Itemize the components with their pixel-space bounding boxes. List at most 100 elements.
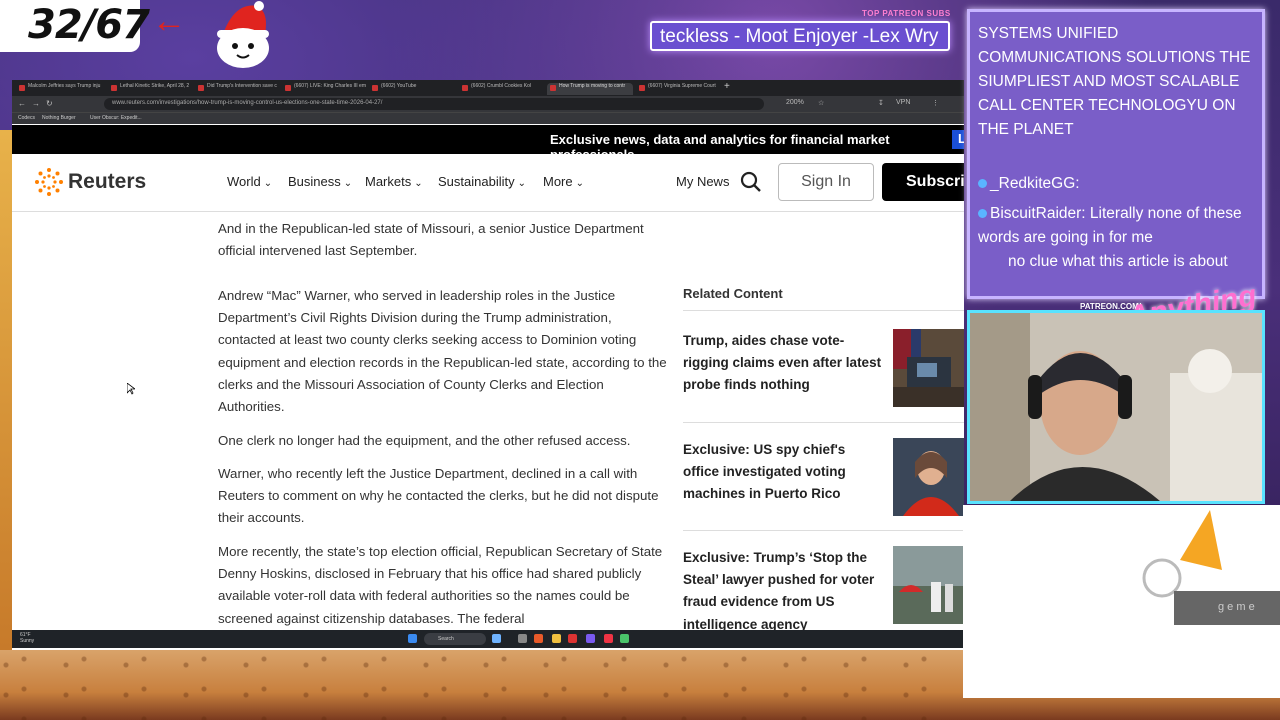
chat-message: _RedkiteGG: — [978, 172, 1258, 196]
divider — [683, 422, 964, 423]
menu-icon[interactable]: ⋮ — [932, 99, 939, 107]
article-paragraph: One clerk no longer had the equipment, a… — [218, 433, 631, 448]
patreon-subs-label: TOP PATREON SUBS — [862, 9, 951, 18]
windows-taskbar: 61°F Sunny Search — [12, 630, 964, 648]
chat-username: _RedkiteGG: — [990, 175, 1080, 192]
overlay-tag: g e m e — [1174, 591, 1280, 625]
patreon-subs-ticker: teckless - Moot Enjoyer -Lex Wry — [650, 21, 950, 51]
nav-business[interactable]: Business ⌄ — [288, 174, 352, 189]
article-paragraph: Warner, who recently left the Justice De… — [218, 466, 659, 526]
bottom-decor-pattern — [0, 650, 960, 720]
chat-text: BiscuitRaider: Literally none of these w… — [978, 205, 1242, 246]
chevron-down-icon: ⌄ — [575, 178, 585, 189]
my-news-link[interactable]: My News — [676, 174, 729, 189]
address-bar-row: ← → ↻ www.reuters.com/investigations/how… — [12, 96, 964, 112]
related-item-thumbnail[interactable] — [893, 546, 964, 624]
weather-widget[interactable]: 61°F Sunny — [20, 632, 34, 644]
arrow-left-icon: ← — [152, 2, 186, 40]
divider — [683, 530, 964, 531]
download-icon[interactable]: ↧ — [878, 99, 884, 107]
forward-icon[interactable]: → — [32, 99, 40, 108]
nav-sustainability[interactable]: Sustainability ⌄ — [438, 174, 526, 189]
webcam-feed — [967, 310, 1265, 504]
santa-mascot-icon — [217, 1, 269, 68]
subscribe-button[interactable]: Subscribe — [882, 163, 964, 201]
left-decor-edge — [0, 130, 12, 650]
article-paragraph: Andrew “Mac” Warner, who served in leade… — [218, 288, 667, 415]
chevron-down-icon: ⌄ — [263, 178, 273, 189]
chat-message: BiscuitRaider: Literally none of these w… — [978, 202, 1258, 250]
related-item-thumbnail[interactable] — [893, 438, 964, 516]
chat-overlay: SYSTEMS UNIFIED COMMUNICATIONS SOLUTIONS… — [967, 9, 1265, 299]
bookmark-item[interactable]: Codecs — [18, 115, 35, 121]
reuters-logo-icon[interactable] — [34, 167, 64, 197]
bell-icon — [1142, 510, 1222, 598]
app-icon[interactable] — [568, 634, 577, 643]
chat-message: SYSTEMS UNIFIED COMMUNICATIONS SOLUTIONS… — [978, 25, 1251, 138]
counter-box: 32/67 — [0, 0, 150, 52]
nav-more[interactable]: More ⌄ — [543, 174, 584, 189]
site-header: Reuters World ⌄ Business ⌄ Markets ⌄ Sustai… — [12, 154, 964, 212]
nav-world-label: World — [227, 174, 261, 189]
tab-bar: Malcolm Jeffries says Trump inju Lethal … — [12, 80, 964, 96]
app-icon[interactable] — [586, 634, 595, 643]
taskbar-search[interactable]: Search — [424, 633, 486, 645]
chat-badge-icon — [978, 209, 987, 218]
related-item-thumbnail[interactable] — [893, 329, 964, 407]
learn-more-button[interactable]: Learn — [952, 130, 964, 149]
folder-icon[interactable] — [552, 634, 561, 643]
browser-tab[interactable]: Malcolm Jeffries says Trump inju — [16, 83, 102, 95]
related-item-title[interactable]: Exclusive: Trump’s ‘Stop the Steal’ lawy… — [683, 547, 883, 636]
start-icon[interactable] — [408, 634, 417, 643]
ticker-text: teckless - Moot Enjoyer -Lex Wry — [660, 26, 939, 47]
chevron-down-icon: ⌄ — [517, 178, 526, 189]
back-icon[interactable]: ← — [18, 99, 26, 108]
weather-desc: Sunny — [20, 638, 35, 644]
divider — [683, 310, 964, 311]
browser-tab[interactable]: (6602) YouTube — [369, 83, 455, 95]
new-tab-icon[interactable]: + — [724, 81, 730, 92]
nav-business-label: Business — [288, 174, 341, 189]
counter-text: 32/67 — [28, 2, 150, 48]
star-icon[interactable]: ☆ — [818, 99, 824, 107]
nav-markets[interactable]: Markets ⌄ — [365, 174, 423, 189]
browser-tab[interactable]: (6607) LIVE: King Charles III em — [282, 83, 368, 95]
nav-more-label: More — [543, 174, 573, 189]
browser-tab[interactable]: (6602) Crumbl Cookies Kol — [459, 83, 545, 95]
app-icon[interactable] — [604, 634, 613, 643]
reuters-logo-text[interactable]: Reuters — [68, 170, 146, 194]
search-icon[interactable] — [740, 171, 762, 193]
webcam-image — [970, 313, 1262, 501]
chat-badge-icon — [978, 179, 987, 188]
related-item-title[interactable]: Trump, aides chase vote-rigging claims e… — [683, 330, 883, 397]
browser-window: Malcolm Jeffries says Trump inju Lethal … — [12, 80, 964, 650]
article-paragraph: More recently, the state’s top election … — [218, 544, 663, 626]
bookmark-item[interactable]: User Obscur: Expedit... — [90, 115, 142, 121]
bookmarks-bar: Codecs Nothing Burger User Obscur: Exped… — [12, 112, 964, 124]
browser-tab[interactable]: Did Trump's Intervention save c — [195, 83, 281, 95]
bookmark-item[interactable]: Nothing Burger — [42, 115, 76, 121]
mouse-cursor-icon — [127, 383, 135, 395]
promo-banner: Exclusive news, data and analytics for f… — [12, 125, 964, 162]
related-content-heading: Related Content — [683, 286, 783, 301]
nav-world[interactable]: World ⌄ — [227, 174, 272, 189]
zoom-indicator[interactable]: 200% — [786, 99, 804, 106]
browser-tab-active[interactable]: How Trump is moving to contr — [547, 83, 633, 95]
app-icon[interactable] — [620, 634, 629, 643]
article-paragraph: And in the Republican-led state of Misso… — [218, 221, 644, 259]
url-field[interactable]: www.reuters.com/investigations/how-trump… — [104, 98, 764, 110]
app-icon[interactable] — [518, 634, 527, 643]
related-item-title[interactable]: Exclusive: US spy chief's office investi… — [683, 439, 883, 506]
nav-sustainability-label: Sustainability — [438, 174, 515, 189]
browser-tab[interactable]: Lethal Kinetic Strike, April 28, 2 — [108, 83, 194, 95]
app-icon[interactable] — [492, 634, 501, 643]
vpn-badge[interactable]: VPN — [896, 99, 910, 106]
chevron-down-icon: ⌄ — [414, 178, 423, 189]
nav-markets-label: Markets — [365, 174, 412, 189]
chat-message: no clue what this article is about — [1008, 253, 1228, 270]
chevron-down-icon: ⌄ — [343, 178, 353, 189]
app-icon[interactable] — [534, 634, 543, 643]
sign-in-button[interactable]: Sign In — [778, 163, 874, 201]
browser-tab[interactable]: (6607) Virginia Supreme Court — [636, 83, 722, 95]
reload-icon[interactable]: ↻ — [46, 99, 53, 108]
